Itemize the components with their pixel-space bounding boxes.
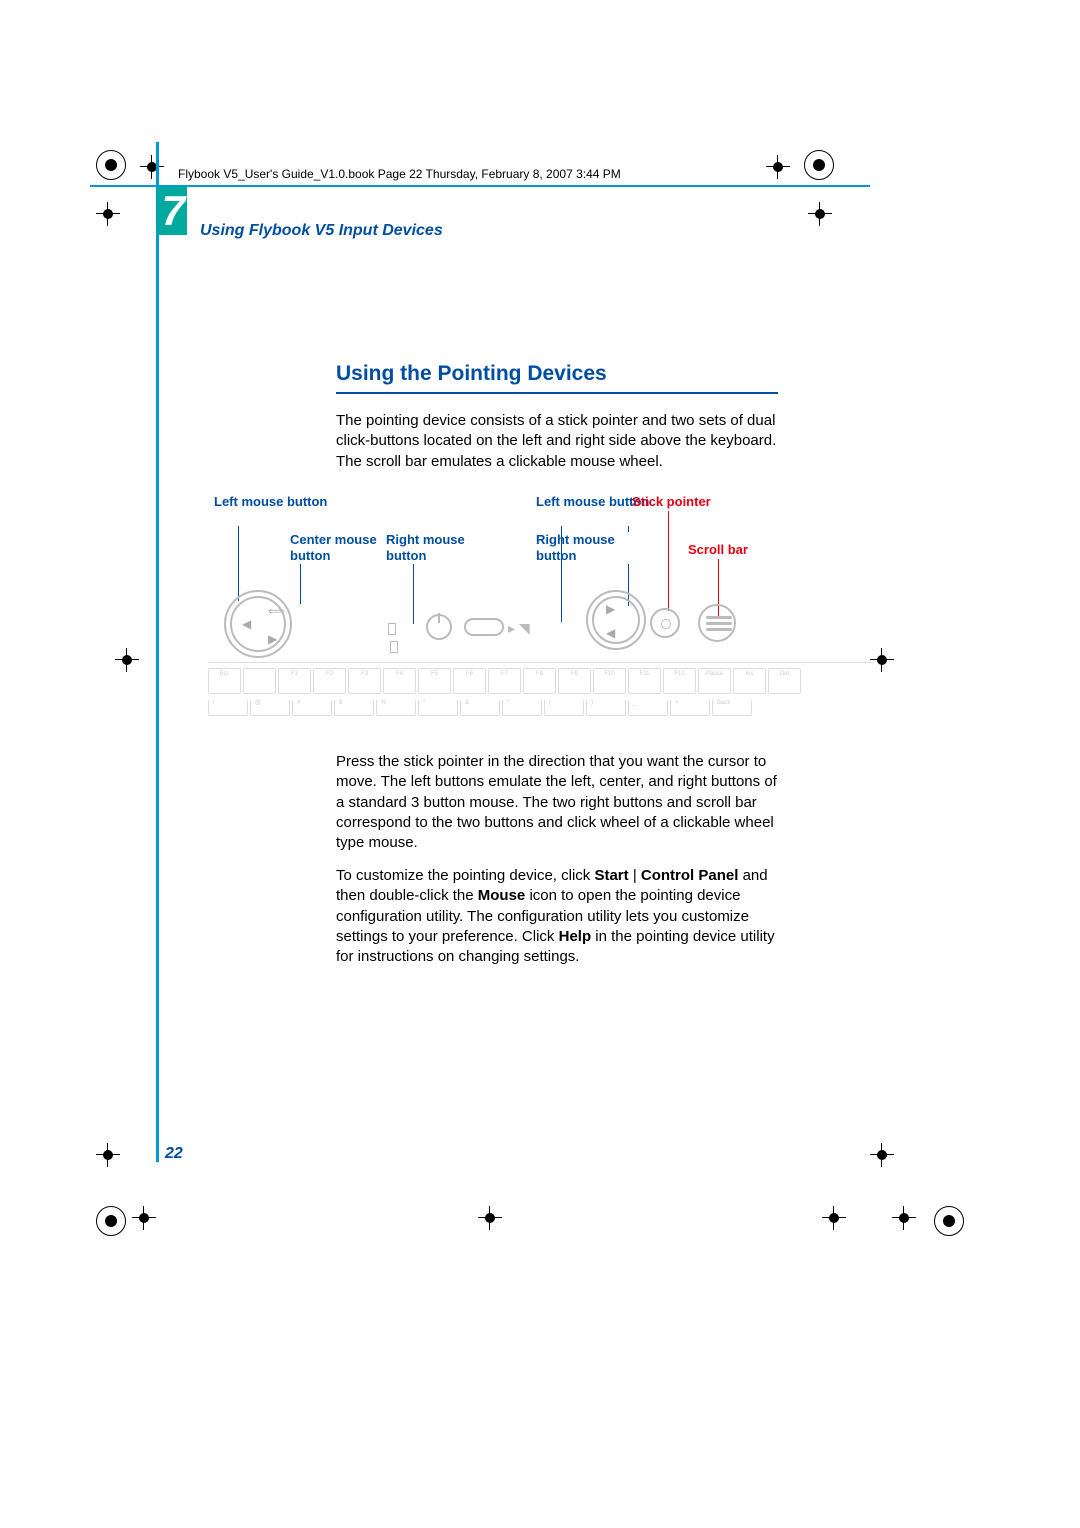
key: Ins [733,668,766,694]
running-header: Flybook V5_User's Guide_V1.0.book Page 2… [178,167,621,181]
page-number: 22 [165,1145,183,1163]
key: F4 [383,668,416,694]
key: Pause [698,668,731,694]
label-left-mouse: Left mouse button [214,494,327,510]
callout-line [300,564,301,604]
bold-control-panel: Control Panel [641,867,739,884]
callout-line [628,526,629,532]
key: @ [250,700,290,716]
right-cluster-inner [592,596,640,644]
side-rule [156,142,159,1162]
reg-cross-bleft [96,1143,120,1167]
callout-line [668,511,669,611]
reg-cross-b2 [822,1206,846,1230]
key: + [670,700,710,716]
header-rule [90,185,870,187]
stick-pointer-icon [650,608,680,638]
paragraph-usage: Press the stick pointer in the direction… [336,752,781,853]
key: ^ [418,700,458,716]
diagram-separator [208,662,873,663]
arrow-icon: ⟸ [268,604,285,618]
key: F10 [593,668,626,694]
bold-mouse: Mouse [478,887,526,904]
text: | [629,867,641,884]
key: F9 [558,668,591,694]
chapter-number-block: 7 [157,187,187,235]
key: $ [334,700,374,716]
key: F2 [313,668,346,694]
bold-start: Start [594,867,628,884]
reg-cross-bcenter [478,1206,502,1230]
key: F11 [628,668,661,694]
reg-cross-left [96,202,120,226]
key: % [376,700,416,716]
key [243,668,276,694]
bold-help: Help [559,928,592,945]
callout-line [413,564,414,624]
key: Del [768,668,801,694]
power-icon [426,614,452,640]
callout-line [561,564,562,622]
reg-cross-right [808,202,832,226]
reg-mark-br [934,1206,964,1236]
callout-line [238,526,239,601]
section-title: Using the Pointing Devices [336,362,778,394]
reg-cross-midleft [115,648,139,672]
reg-mark-tr [804,150,834,180]
key: F6 [453,668,486,694]
reg-cross-bright [870,1143,894,1167]
slider-icon [464,618,504,636]
chevron-down-icon: ▶ [268,632,277,646]
paragraph-customize: To customize the pointing device, click … [336,866,781,967]
text: To customize the pointing device, click [336,867,594,884]
reg-mark-tl [96,150,126,180]
key: * [502,700,542,716]
reg-cross-tr [766,155,790,179]
key: F8 [523,668,556,694]
key: Esc [208,668,241,694]
key: F1 [278,668,311,694]
keyboard-num-row: !@#$%^&*()_+Back [208,700,873,718]
label-right-mouse-2: Right mouse button [536,532,626,563]
key: & [460,700,500,716]
key: ) [586,700,626,716]
key: ! [208,700,248,716]
chapter-title: Using Flybook V5 Input Devices [200,222,443,240]
key: # [292,700,332,716]
label-scroll-bar: Scroll bar [688,542,748,558]
label-right-mouse: Right mouse button [386,532,476,563]
label-stick-pointer: Stick pointer [632,494,711,510]
key: _ [628,700,668,716]
key: F5 [418,668,451,694]
key: F12 [663,668,696,694]
chevron-up-icon: ▶ [606,602,615,616]
wifi-toggle-icon: ▸ ◥ [508,620,530,637]
paragraph-intro: The pointing device consists of a stick … [336,411,781,472]
reg-cross-midright [870,648,894,672]
reg-cross-tl [140,155,164,179]
reg-mark-bl [96,1206,126,1236]
scroll-bar-icon [698,604,736,642]
key: ( [544,700,584,716]
key: F7 [488,668,521,694]
reg-cross-b3 [892,1206,916,1230]
keyboard-fn-row: Esc F1F2F3F4F5F6F7F8F9F10F11F12PauseInsDe… [208,668,873,694]
label-center-mouse: Center mouse button [290,532,390,563]
reg-cross-b1 [132,1206,156,1230]
battery-lock-icons [388,622,408,636]
key: F3 [348,668,381,694]
key: Back [712,700,752,716]
chevron-left-icon: ◀ [242,617,251,631]
chevron-down-icon: ◀ [606,626,615,640]
